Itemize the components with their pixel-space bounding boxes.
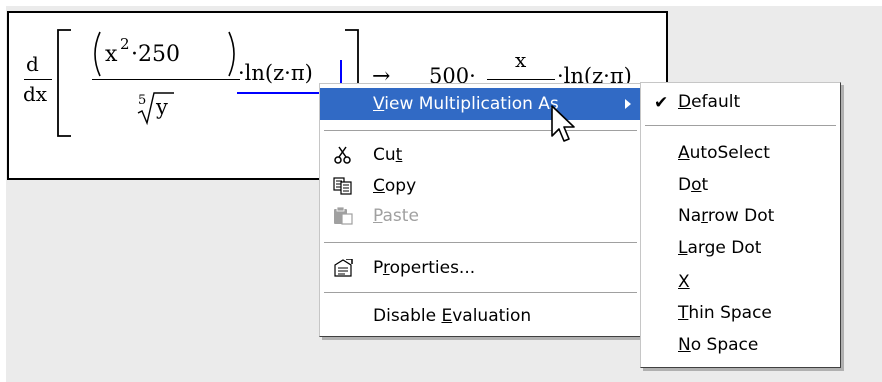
numerator-exponent: 2	[120, 35, 130, 53]
submenu-item-autoselect[interactable]: AutoSelect	[641, 138, 840, 168]
root-radicand: y	[156, 95, 168, 119]
submenu-item-label: No Space	[678, 335, 759, 355]
menu-item-cut[interactable]: Cut	[320, 139, 641, 171]
submenu-item-default[interactable]: ✔ Default	[641, 87, 840, 117]
submenu-item-label: X	[678, 272, 690, 292]
left-bracket	[57, 29, 71, 137]
mouse-pointer-icon	[551, 105, 575, 142]
submenu-item-label: AutoSelect	[678, 143, 770, 163]
scissors-icon	[334, 146, 351, 164]
menu-separator	[324, 242, 637, 243]
menu-item-paste[interactable]: Paste	[320, 200, 641, 232]
submenu-arrow-icon	[625, 99, 631, 109]
derivative-d: d	[26, 52, 39, 76]
copy-icon	[333, 177, 352, 195]
submenu-item-thin-space[interactable]: Thin Space	[641, 298, 840, 328]
menu-item-label: Disable Evaluation	[373, 306, 532, 326]
menu-separator	[324, 292, 637, 293]
menu-separator	[324, 130, 637, 131]
submenu-separator	[645, 125, 836, 126]
menu-item-disable-evaluation[interactable]: Disable Evaluation	[320, 300, 641, 332]
multiplication-submenu: ✔ Default AutoSelect Dot Narrow Dot Larg…	[640, 82, 841, 368]
submenu-item-narrow-dot[interactable]: Narrow Dot	[641, 201, 840, 231]
numerator-multiplier: ·250	[131, 42, 180, 67]
paste-icon	[334, 207, 353, 225]
derivative-fraction-bar	[24, 79, 52, 80]
submenu-item-no-space[interactable]: No Space	[641, 330, 840, 360]
worksheet-margin-top	[0, 0, 882, 6]
properties-icon	[334, 259, 353, 277]
numerator-x: x	[105, 42, 118, 67]
derivative-dx: dx	[23, 82, 48, 106]
submenu-item-dot[interactable]: Dot	[641, 170, 840, 200]
worksheet-margin-left	[0, 0, 6, 382]
menu-item-label: Copy	[373, 176, 417, 196]
result-fraction-top: x	[515, 48, 527, 72]
submenu-item-large-dot[interactable]: Large Dot	[641, 233, 840, 263]
submenu-item-x[interactable]: X	[641, 267, 840, 297]
menu-item-label: Cut	[373, 145, 403, 165]
main-fraction-bar	[92, 79, 240, 80]
result-fraction-bar	[487, 79, 555, 80]
menu-item-label: Paste	[373, 206, 419, 226]
submenu-item-label: Default	[678, 92, 741, 112]
context-menu: View Multiplication As Cut Copy Paste Pr…	[319, 83, 642, 337]
submenu-item-label: Narrow Dot	[678, 206, 775, 226]
submenu-item-label: Large Dot	[678, 238, 762, 258]
menu-item-copy[interactable]: Copy	[320, 170, 641, 202]
checkmark-icon: ✔	[654, 93, 669, 113]
menu-item-properties[interactable]: Properties...	[320, 252, 641, 284]
submenu-item-label: Dot	[678, 175, 709, 195]
menu-item-view-multiplication-as[interactable]: View Multiplication As	[320, 88, 641, 120]
menu-item-label: View Multiplication As	[373, 94, 559, 114]
submenu-item-label: Thin Space	[678, 303, 772, 323]
menu-item-label: Properties...	[373, 258, 476, 278]
lhs-ln-term: ·ln(z·π)	[238, 61, 313, 85]
